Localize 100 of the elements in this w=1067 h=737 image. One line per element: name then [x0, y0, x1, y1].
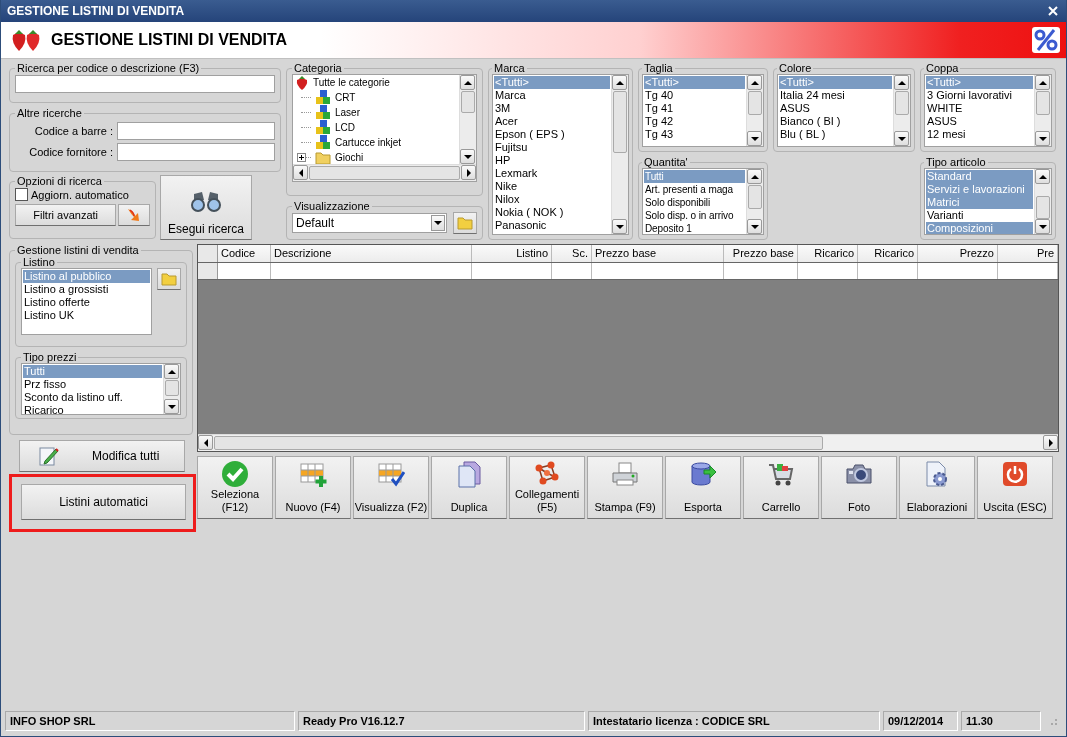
- toolbar-button[interactable]: Uscita (ESC): [977, 456, 1053, 519]
- list-item[interactable]: Nilox: [494, 193, 610, 206]
- auto-lists-button[interactable]: Listini automatici: [21, 484, 186, 520]
- vertical-scrollbar[interactable]: [1034, 169, 1051, 234]
- column-header[interactable]: Prezzo base: [592, 245, 724, 262]
- grid-check-icon: [377, 460, 405, 488]
- close-icon[interactable]: [1048, 6, 1058, 16]
- list-item[interactable]: Lexmark: [494, 167, 610, 180]
- column-header[interactable]: Ricarico: [798, 245, 858, 262]
- vertical-scrollbar[interactable]: [746, 169, 763, 234]
- tree-label: Cartucce inkjet: [335, 137, 402, 148]
- list-item[interactable]: Listino a grossisti: [23, 283, 150, 296]
- toolbar-button[interactable]: Nuovo (F4): [275, 456, 351, 519]
- column-header[interactable]: Sc.: [552, 245, 592, 262]
- checkbox[interactable]: [15, 188, 28, 201]
- tree-item[interactable]: Cartucce inkjet: [293, 135, 459, 150]
- list-item[interactable]: Prz fisso: [23, 378, 162, 391]
- list-item[interactable]: HP: [494, 154, 610, 167]
- folder-button[interactable]: [453, 212, 477, 234]
- column-header[interactable]: Pre: [998, 245, 1058, 262]
- list-item[interactable]: Ricarico: [23, 404, 162, 414]
- run-search-button[interactable]: Esegui ricerca: [160, 175, 252, 240]
- expand-icon[interactable]: [297, 153, 306, 162]
- toolbar-button[interactable]: Collegamenti (F5): [509, 456, 585, 519]
- column-header[interactable]: Codice: [218, 245, 271, 262]
- toolbar-button[interactable]: Esporta: [665, 456, 741, 519]
- strawberry-icon: [295, 75, 309, 90]
- toolbar-button[interactable]: Stampa (F9): [587, 456, 663, 519]
- printer-icon: [611, 460, 639, 488]
- group-title: Categoria: [293, 62, 343, 74]
- advanced-filters-button[interactable]: Filtri avanzati: [15, 204, 117, 226]
- input-field[interactable]: [117, 122, 275, 140]
- list-item[interactable]: Solo disponibili: [644, 196, 745, 209]
- list-item[interactable]: ASUS: [779, 102, 892, 115]
- column-header[interactable]: Prezzo: [918, 245, 998, 262]
- toolbar-button[interactable]: Carrello: [743, 456, 819, 519]
- cubes-icon: [315, 120, 331, 135]
- table-row[interactable]: [198, 263, 1058, 280]
- folder-icon: [161, 272, 177, 286]
- view-dropdown[interactable]: Default: [292, 213, 447, 233]
- toolbar-button[interactable]: Seleziona (F12): [197, 456, 273, 519]
- list-item[interactable]: Acer: [494, 115, 610, 128]
- vertical-scrollbar[interactable]: [1034, 75, 1051, 146]
- column-header[interactable]: Prezzo base: [724, 245, 798, 262]
- group-title: Taglia: [643, 62, 674, 74]
- tree-item[interactable]: Giochi: [293, 150, 459, 164]
- list-item[interactable]: Tg 41: [644, 102, 745, 115]
- percent-icon: [1032, 27, 1060, 53]
- tree-label: LCD: [335, 122, 355, 133]
- list-item[interactable]: 3 Giorni lavorativi: [926, 89, 1033, 102]
- list-item[interactable]: Marca: [494, 89, 610, 102]
- list-item[interactable]: Panasonic: [494, 219, 610, 232]
- vertical-scrollbar[interactable]: [746, 75, 763, 146]
- column-header[interactable]: Ricarico: [858, 245, 918, 262]
- list-item[interactable]: 3M: [494, 102, 610, 115]
- list-item[interactable]: 12 mesi: [926, 128, 1033, 141]
- list-item[interactable]: Tg 40: [644, 89, 745, 102]
- list-item[interactable]: Listino offerte: [23, 296, 150, 309]
- list-item[interactable]: ASUS: [926, 115, 1033, 128]
- toolbar-button[interactable]: Elaborazioni: [899, 456, 975, 519]
- list-item[interactable]: Art. presenti a maga: [644, 183, 745, 196]
- page-title: GESTIONE LISTINI DI VENDITA: [51, 31, 289, 49]
- list-item[interactable]: Varianti: [926, 209, 1033, 222]
- list-item[interactable]: Italia 24 mesi: [779, 89, 892, 102]
- list-item[interactable]: Nokia ( NOK ): [494, 206, 610, 219]
- column-header[interactable]: Descrizione: [271, 245, 472, 262]
- list-item[interactable]: Blu ( BL ): [779, 128, 892, 141]
- list-item[interactable]: Deposito 1: [644, 222, 745, 234]
- list-item[interactable]: WHITE: [926, 102, 1033, 115]
- vertical-scrollbar[interactable]: [459, 75, 476, 164]
- list-item[interactable]: Bianco ( BI ): [779, 115, 892, 128]
- toolbar-button[interactable]: Foto: [821, 456, 897, 519]
- edit-all-button[interactable]: Modifica tutti: [19, 440, 185, 472]
- group-title: Opzioni di ricerca: [16, 175, 103, 187]
- tree-item[interactable]: LCD: [293, 120, 459, 135]
- search-field[interactable]: [15, 75, 275, 93]
- list-item[interactable]: Sconto da listino uff.: [23, 391, 162, 404]
- apply-filter-button[interactable]: [118, 204, 150, 226]
- folder-button[interactable]: [157, 268, 181, 290]
- list-item[interactable]: Tg 43: [644, 128, 745, 141]
- list-item[interactable]: Solo disp. o in arrivo: [644, 209, 745, 222]
- toolbar-button[interactable]: Duplica: [431, 456, 507, 519]
- vertical-scrollbar[interactable]: [163, 364, 180, 414]
- input-field[interactable]: [117, 143, 275, 161]
- toolbar-button[interactable]: Visualizza (F2): [353, 456, 429, 519]
- column-header[interactable]: Listino: [472, 245, 552, 262]
- tree-item[interactable]: Laser: [293, 105, 459, 120]
- list-item[interactable]: Fujitsu: [494, 141, 610, 154]
- list-item[interactable]: Tg 42: [644, 115, 745, 128]
- row-header[interactable]: [198, 263, 218, 279]
- window-title: GESTIONE LISTINI DI VENDITA: [7, 4, 186, 18]
- horizontal-scrollbar[interactable]: [198, 434, 1058, 451]
- list-item[interactable]: Nike: [494, 180, 610, 193]
- vertical-scrollbar[interactable]: [893, 75, 910, 146]
- vertical-scrollbar[interactable]: [611, 75, 628, 234]
- horizontal-scrollbar[interactable]: [293, 164, 476, 181]
- list-item[interactable]: Listino UK: [23, 309, 150, 322]
- tree-item[interactable]: Tutte le categorie: [293, 75, 459, 90]
- tree-item[interactable]: CRT: [293, 90, 459, 105]
- list-item[interactable]: Epson ( EPS ): [494, 128, 610, 141]
